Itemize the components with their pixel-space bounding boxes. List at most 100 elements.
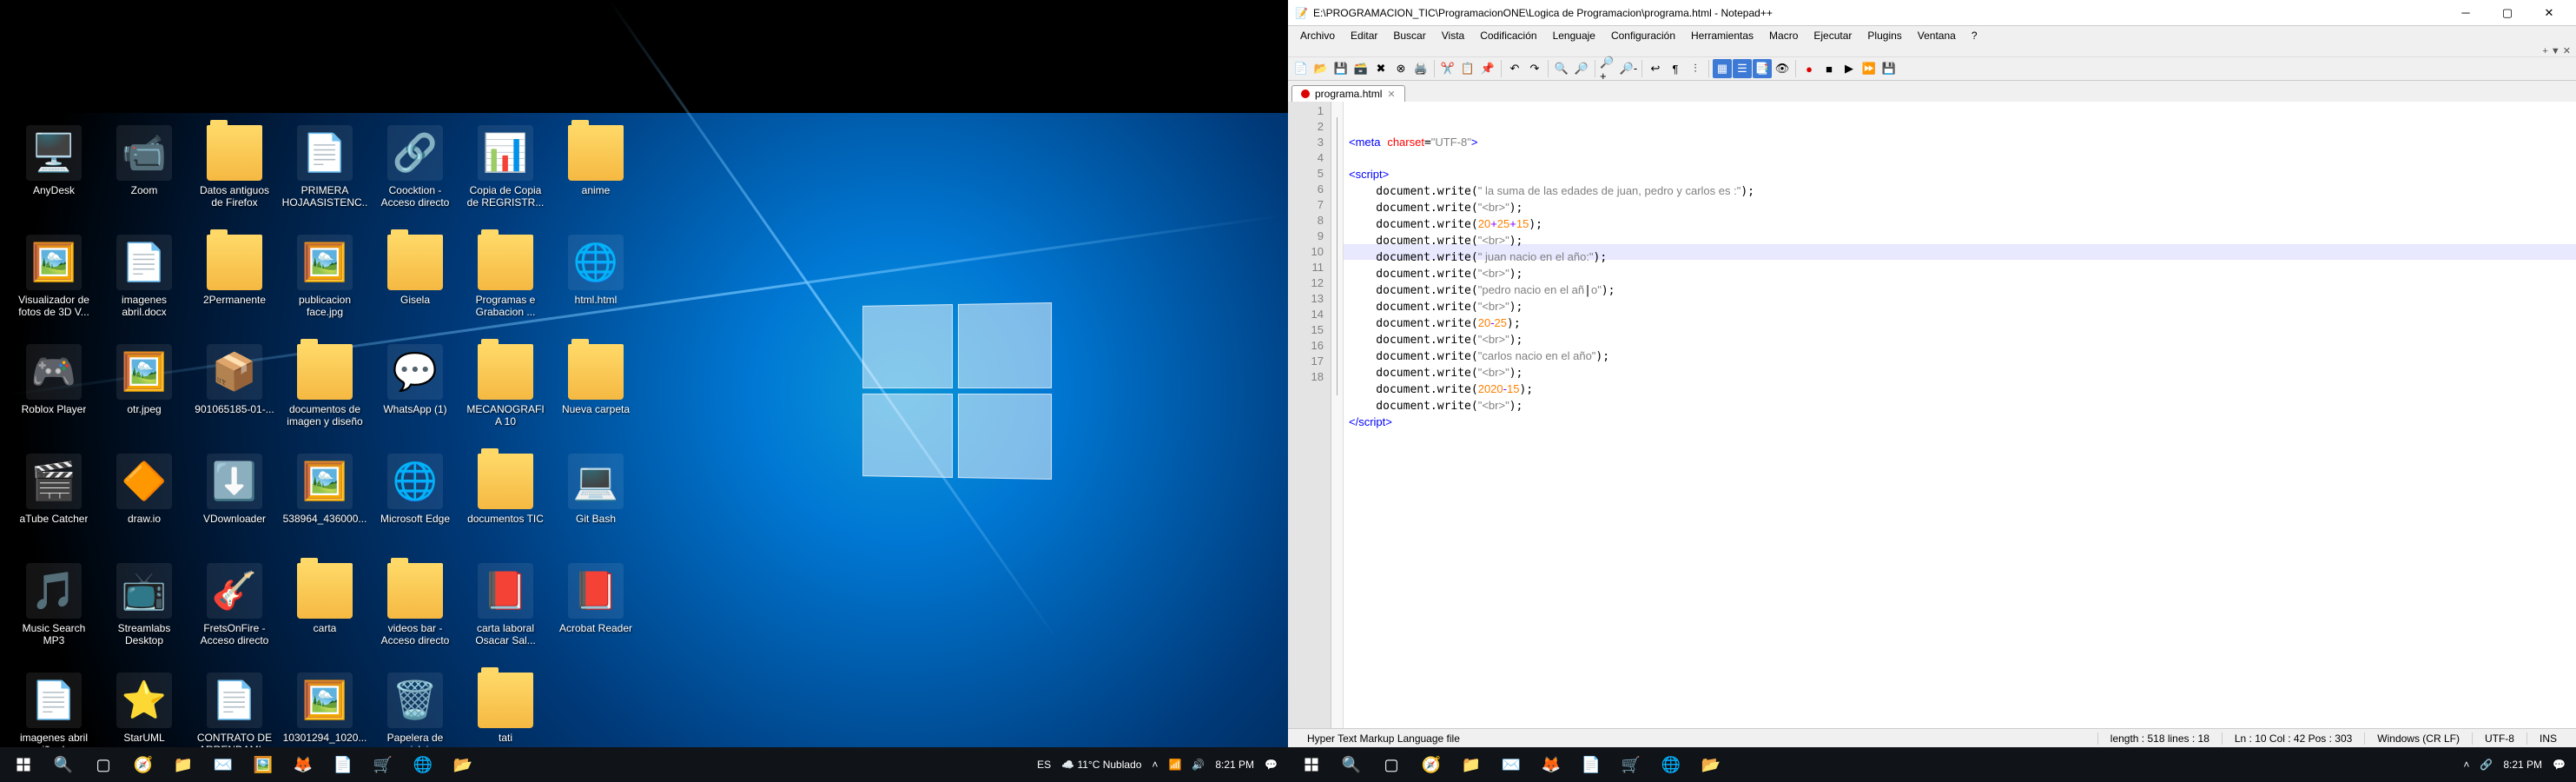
desktop-icon[interactable]: 📦901065185-01-... [189,341,280,450]
taskbar-app[interactable]: 🧭 [1411,747,1451,782]
zoom-in-icon[interactable]: 🔎+ [1599,59,1618,78]
desktop-icon[interactable]: 🎵Music Search MP3 [9,560,99,669]
status-insert-mode[interactable]: INS [2527,732,2569,745]
status-encoding[interactable]: UTF-8 [2473,732,2527,745]
tray-wifi-icon[interactable]: 📶 [1168,759,1181,771]
menu-item[interactable]: ? [1965,28,1985,43]
func-list-icon[interactable]: ☰ [1733,59,1752,78]
editor-area[interactable]: 123456789101112131415161718 <meta charse… [1288,102,2576,728]
search-icon[interactable]: 🔍 [43,747,83,782]
taskbar-app[interactable]: 📁 [163,747,203,782]
print-icon[interactable]: 🖨️ [1411,59,1430,78]
menu-item[interactable]: Codificación [1473,28,1543,43]
play-macro-icon[interactable]: ▶ [1840,59,1859,78]
status-eol[interactable]: Windows (CR LF) [2365,732,2473,745]
start-button[interactable] [1291,747,1331,782]
desktop-icon[interactable]: 🎸FretsOnFire - Acceso directo [189,560,280,669]
taskbar-app[interactable]: 🛒 [363,747,403,782]
tray-link-icon[interactable]: 🔗 [2480,759,2493,771]
desktop-icon[interactable]: 📺Streamlabs Desktop [99,560,189,669]
taskbar-app[interactable]: 🖼️ [243,747,283,782]
taskbar-app[interactable]: ✉️ [1491,747,1531,782]
menu-item[interactable]: Herramientas [1684,28,1760,43]
play-multi-icon[interactable]: ⏩ [1859,59,1879,78]
desktop-icon[interactable]: 📹Zoom [99,122,189,231]
tray-weather[interactable]: ☁️ 11°C Nublado [1061,759,1141,771]
doc-map-icon[interactable]: ▦ [1713,59,1732,78]
paste-icon[interactable]: 📌 [1478,59,1497,78]
desktop-icon[interactable]: 🎬aTube Catcher [9,450,99,560]
desktop-icon[interactable]: 📄imagenes abril.docx [99,231,189,341]
desktop-icon[interactable]: documentos TIC [460,450,551,560]
desktop-icon[interactable]: 🌐html.html [551,231,641,341]
stop-macro-icon[interactable]: ■ [1820,59,1839,78]
taskbar-app[interactable]: 📄 [1571,747,1611,782]
desktop-icon[interactable]: 🖼️Visualizador de fotos de 3D V... [9,231,99,341]
taskbar-app[interactable]: 📂 [1691,747,1731,782]
file-tab[interactable]: programa.html ✕ [1291,85,1405,102]
desktop-icon[interactable]: 🔶draw.io [99,450,189,560]
find-icon[interactable]: 🔍 [1552,59,1571,78]
desktop-icon[interactable]: 📊Copia de Copia de REGRISTR... [460,122,551,231]
folder-view-icon[interactable]: 📑 [1753,59,1772,78]
desktop-icon[interactable]: Datos antiguos de Firefox [189,122,280,231]
desktop-icon[interactable]: 🌐Microsoft Edge [370,450,460,560]
taskbar-app[interactable]: 🌐 [403,747,443,782]
desktop-icon[interactable]: 💻Git Bash [551,450,641,560]
new-file-icon[interactable]: 📄 [1291,59,1311,78]
tray-chevron-icon[interactable]: ˄ [2463,759,2469,771]
menu-item[interactable]: Ejecutar [1807,28,1859,43]
menu-item[interactable]: Vista [1435,28,1471,43]
task-view-icon[interactable]: ▢ [1371,747,1411,782]
taskbar-app[interactable]: ✉️ [203,747,243,782]
desktop-icon[interactable]: 💬WhatsApp (1) [370,341,460,450]
record-macro-icon[interactable]: ● [1800,59,1819,78]
zoom-out-icon[interactable]: 🔎- [1619,59,1638,78]
fold-margin[interactable] [1331,102,1344,728]
desktop-icon[interactable]: Programas e Grabacion ... [460,231,551,341]
desktop-icon[interactable]: 📄PRIMERA HOJAASISTENC... [280,122,370,231]
menu-item[interactable]: Archivo [1293,28,1342,43]
desktop-icon[interactable]: 🎮Roblox Player [9,341,99,450]
desktop-icon[interactable]: ⬇️VDownloader [189,450,280,560]
menu-item[interactable]: Lenguaje [1546,28,1602,43]
save-macro-icon[interactable]: 💾 [1879,59,1899,78]
tray-chevron-icon[interactable]: ˄ [1152,759,1158,771]
taskbar-app[interactable]: 📁 [1451,747,1491,782]
taskbar-app[interactable]: 🛒 [1611,747,1651,782]
menu-item[interactable]: Buscar [1386,28,1432,43]
code-content[interactable]: <meta charset="UTF-8"> <script> document… [1344,102,2576,728]
desktop-icon[interactable]: 2Permanente [189,231,280,341]
tray-time[interactable]: 8:21 PM [2503,759,2542,771]
taskbar-app[interactable]: 🌐 [1651,747,1691,782]
monitor-icon[interactable]: 👁 [1773,59,1792,78]
desktop-icon[interactable]: MECANOGRAFIA 10 [460,341,551,450]
redo-icon[interactable]: ↷ [1525,59,1544,78]
desktop-icon[interactable]: 🖼️publicacion face.jpg [280,231,370,341]
indent-guide-icon[interactable]: ⫶ [1686,59,1705,78]
desktop-icon[interactable]: videos bar - Acceso directo [370,560,460,669]
taskbar-app[interactable]: 🧭 [123,747,163,782]
desktop-icon[interactable]: 📕Acrobat Reader [551,560,641,669]
minimize-button[interactable]: ─ [2446,0,2486,26]
taskbar-app[interactable]: 📄 [323,747,363,782]
cut-icon[interactable]: ✂️ [1438,59,1457,78]
undo-icon[interactable]: ↶ [1505,59,1524,78]
desktop-icon[interactable]: Nueva carpeta [551,341,641,450]
desktop-icon[interactable]: 🔗Coocktion - Acceso directo [370,122,460,231]
search-icon[interactable]: 🔍 [1331,747,1371,782]
taskbar-app[interactable]: 📂 [443,747,483,782]
open-file-icon[interactable]: 📂 [1311,59,1331,78]
desktop-icon[interactable]: anime [551,122,641,231]
menu-item[interactable]: Plugins [1860,28,1908,43]
desktop-icon[interactable]: documentos de imagen y diseño [280,341,370,450]
menu-item[interactable]: Configuración [1604,28,1682,43]
replace-icon[interactable]: 🔎 [1572,59,1591,78]
maximize-button[interactable]: ▢ [2487,0,2527,26]
tray-notifications-icon[interactable]: 💬 [1265,759,1278,771]
toolbar-extra[interactable]: + ▼ ✕ [2542,45,2571,56]
desktop-icon[interactable]: 🖼️otr.jpeg [99,341,189,450]
desktop-icon[interactable]: carta [280,560,370,669]
tray-lang[interactable]: ES [1037,759,1051,771]
desktop-icon[interactable]: 🖥️AnyDesk [9,122,99,231]
